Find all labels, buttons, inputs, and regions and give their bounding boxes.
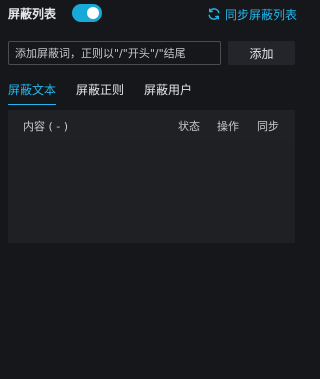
block-list-table: 内容 ( - ) 状态 操作 同步 (8, 110, 295, 243)
add-button[interactable]: 添加 (228, 41, 295, 65)
sync-icon (208, 8, 220, 20)
tab-block-text[interactable]: 屏蔽文本 (8, 83, 57, 105)
column-sync: 同步 (257, 120, 279, 133)
column-operations: 操作 (217, 120, 239, 133)
block-list-toggle[interactable] (72, 4, 102, 22)
tab-block-regex[interactable]: 屏蔽正则 (76, 83, 124, 105)
column-status: 状态 (178, 120, 200, 133)
table-header: 内容 ( - ) 状态 操作 同步 (8, 110, 295, 142)
tab-block-user[interactable]: 屏蔽用户 (144, 83, 192, 105)
header: 屏蔽列表 同步屏蔽列表 (0, 0, 300, 30)
toggle-knob (87, 7, 99, 19)
block-word-input[interactable] (8, 41, 221, 65)
sync-block-list-link[interactable]: 同步屏蔽列表 (207, 6, 297, 22)
column-content[interactable]: 内容 ( - ) (23, 120, 68, 133)
add-word-row: 添加 (8, 41, 295, 65)
page-title: 屏蔽列表 (8, 7, 57, 21)
sync-label: 同步屏蔽列表 (224, 7, 297, 22)
tab-bar: 屏蔽文本 屏蔽正则 屏蔽用户 (8, 83, 212, 105)
